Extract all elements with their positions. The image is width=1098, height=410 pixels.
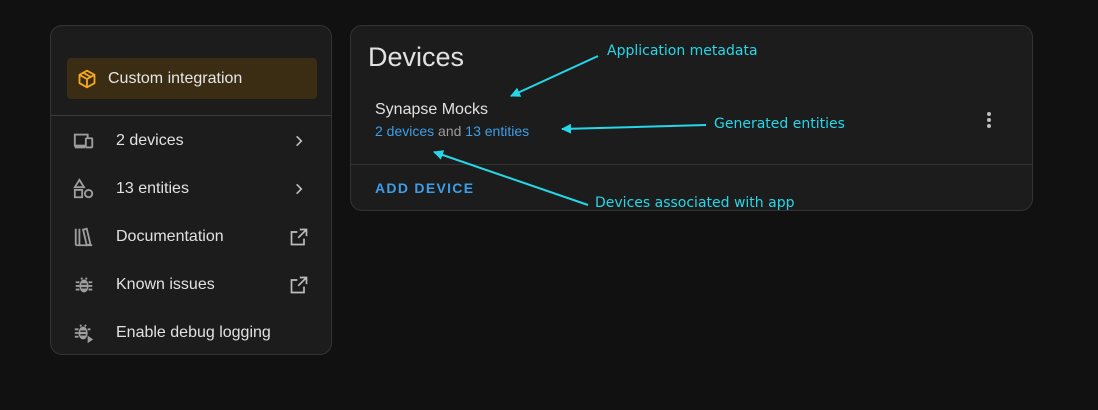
chevron-right-icon [287, 177, 311, 201]
sidebar-item-label: 13 entities [116, 180, 189, 197]
custom-integration-badge: Custom integration [67, 58, 317, 99]
chevron-right-icon [287, 129, 311, 153]
device-links: 2 devices and 13 entities [375, 123, 529, 139]
open-in-new-icon [287, 225, 311, 249]
sidebar-item-label: Documentation [116, 228, 224, 245]
more-options-icon[interactable] [977, 108, 1001, 132]
devices-title: Devices [368, 42, 465, 72]
divider [351, 164, 1032, 165]
divider [51, 115, 331, 116]
annotation-app-metadata: Application metadata [607, 43, 758, 59]
book-icon [72, 225, 96, 249]
annotation-generated-entities: Generated entities [714, 116, 845, 132]
sidebar-item-known-issues[interactable]: Known issues [51, 261, 331, 309]
bug-icon [72, 273, 96, 297]
annotation-devices-associated: Devices associated with app [595, 195, 795, 211]
sidebar-item-label: Known issues [116, 276, 215, 293]
sidebar-item-label: Enable debug logging [116, 324, 271, 341]
and-text: and [438, 123, 462, 139]
sidebar-item-debug-logging[interactable]: Enable debug logging [51, 309, 331, 357]
sidebar-item-devices[interactable]: 2 devices [51, 117, 331, 165]
package-icon [76, 68, 98, 90]
open-in-new-icon [287, 273, 311, 297]
add-device-button[interactable]: ADD DEVICE [375, 180, 474, 196]
devices-link[interactable]: 2 devices [375, 123, 434, 139]
sidebar-item-entities[interactable]: 13 entities [51, 165, 331, 213]
device-name[interactable]: Synapse Mocks [375, 101, 488, 119]
entities-link[interactable]: 13 entities [465, 123, 529, 139]
bug-play-icon [72, 321, 96, 345]
shapes-icon [72, 177, 96, 201]
devices-icon [72, 129, 96, 153]
custom-integration-label: Custom integration [108, 69, 243, 87]
integration-card: Custom integration 2 devices 13 entities… [50, 25, 332, 355]
sidebar-item-label: 2 devices [116, 132, 184, 149]
sidebar-item-documentation[interactable]: Documentation [51, 213, 331, 261]
